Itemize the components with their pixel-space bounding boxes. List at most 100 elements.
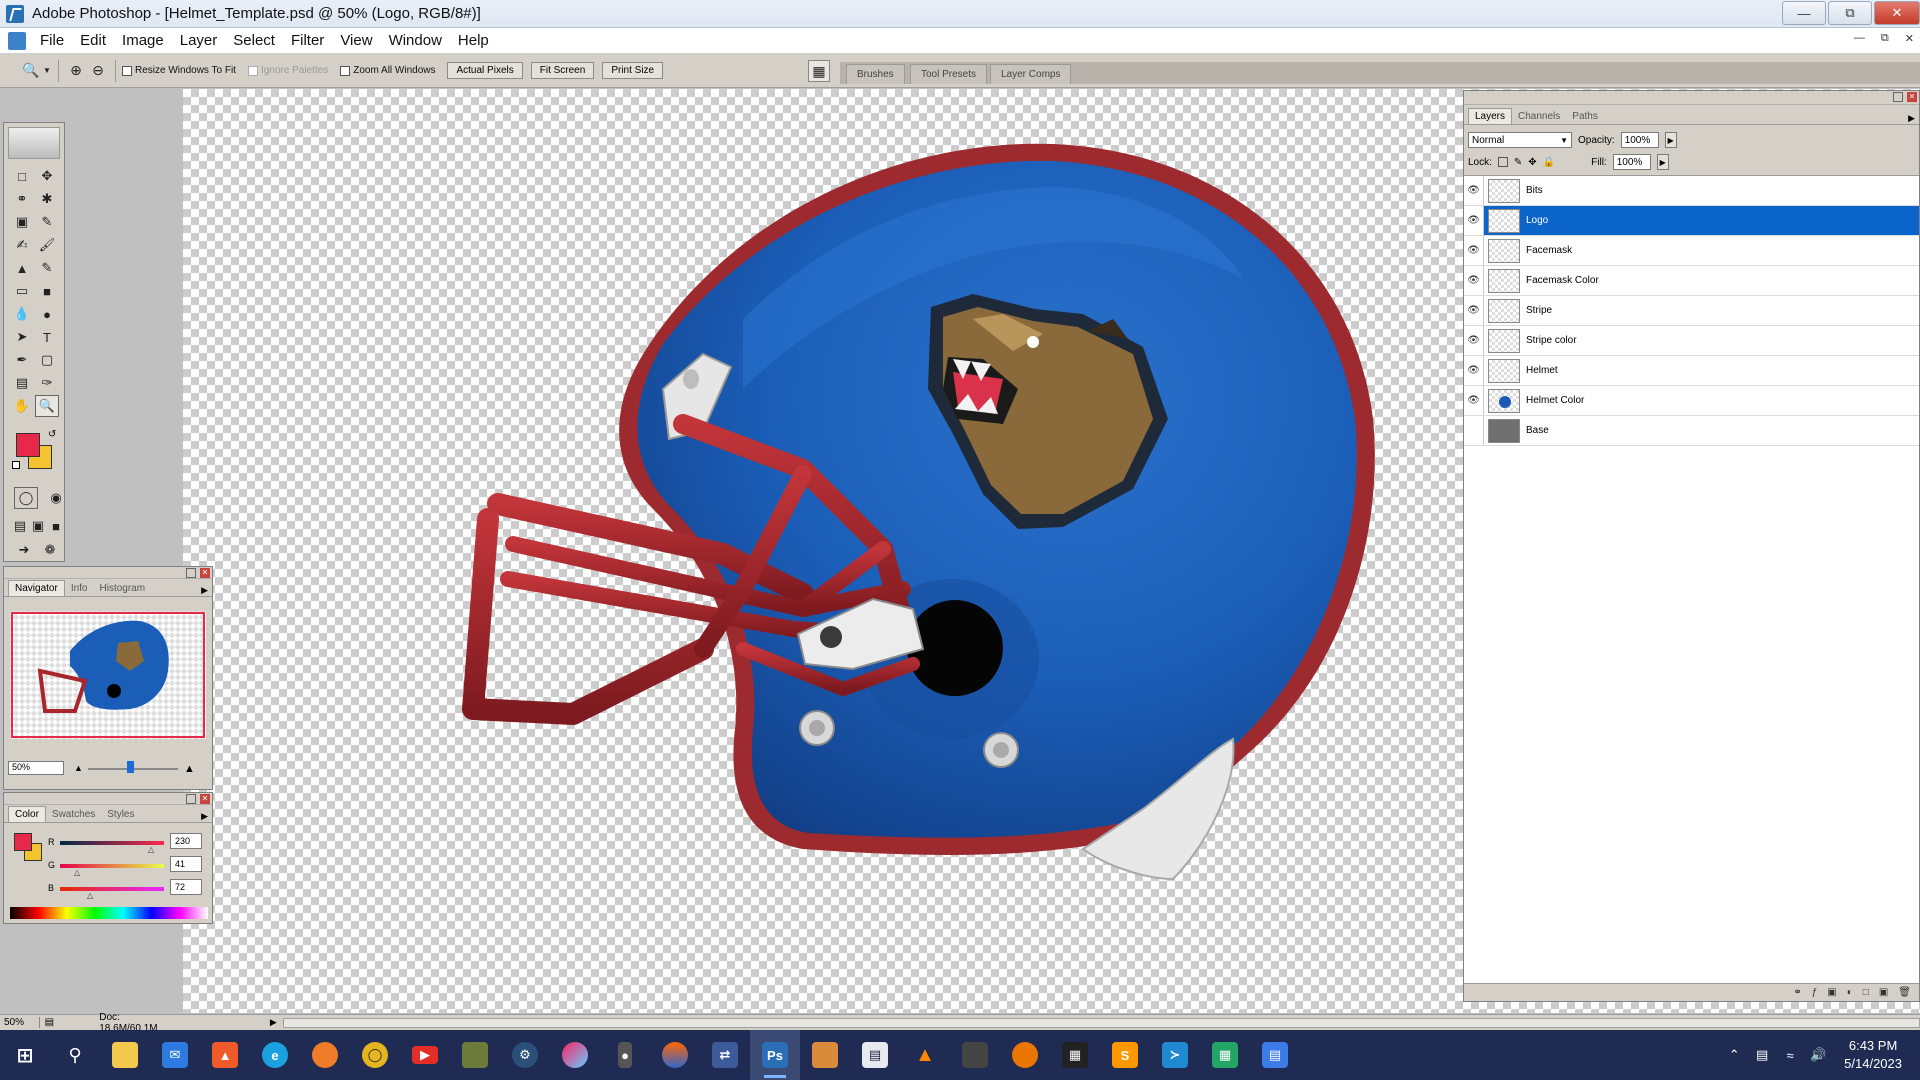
visibility-eye-icon[interactable]: 👁 — [1464, 236, 1484, 265]
eyedropper-tool-icon[interactable]: ✑ — [35, 372, 59, 394]
menu-image[interactable]: Image — [114, 32, 172, 49]
clock[interactable]: 6:43 PM 5/14/2023 — [1844, 1037, 1902, 1073]
toolbox-header[interactable] — [8, 127, 60, 159]
chevron-up-icon[interactable]: ⌃ — [1720, 1047, 1748, 1063]
hand-tool-icon[interactable]: ✋ — [10, 395, 34, 417]
taskbar-app-mail[interactable]: ✉ — [150, 1030, 200, 1080]
status-zoom[interactable]: 50% — [0, 1017, 40, 1028]
layer-row[interactable]: 👁 Facemask Color — [1464, 266, 1919, 296]
lock-all-icon[interactable]: 🔒 — [1543, 157, 1555, 168]
screen-mode-full-icon[interactable]: ■ — [48, 515, 64, 537]
tab-histogram[interactable]: Histogram — [94, 581, 152, 596]
notes-tool-icon[interactable]: ▤ — [10, 372, 34, 394]
doc-restore-button[interactable]: ⧉ — [1881, 32, 1889, 45]
taskbar-app-cube[interactable] — [950, 1030, 1000, 1080]
history-brush-tool-icon[interactable]: ✎ — [35, 257, 59, 279]
visibility-eye-icon[interactable]: 👁 — [1464, 266, 1484, 295]
g-value-field[interactable]: 41 — [170, 856, 202, 872]
restore-button[interactable]: ⧉ — [1828, 1, 1872, 25]
visibility-eye-icon[interactable]: 👁 — [1464, 176, 1484, 205]
status-icon[interactable]: ▤ — [40, 1017, 60, 1028]
lock-image-icon[interactable]: ✎ — [1514, 157, 1522, 168]
zoom-in-icon[interactable]: ⊕ — [65, 60, 87, 82]
tab-paths[interactable]: Paths — [1566, 109, 1604, 124]
horizontal-scrollbar[interactable] — [282, 1017, 1920, 1028]
taskbar-app-photoshop[interactable]: Ps — [750, 1030, 800, 1080]
lock-transparent-icon[interactable] — [1497, 157, 1508, 167]
layer-style-icon[interactable]: ƒ — [1812, 987, 1818, 998]
fit-screen-button[interactable]: Fit Screen — [530, 62, 595, 79]
layer-row[interactable]: 👁 Helmet — [1464, 356, 1919, 386]
layer-row-selected[interactable]: 👁 Logo — [1464, 206, 1919, 236]
visibility-eye-icon[interactable]: 👁 — [1464, 296, 1484, 325]
status-menu-arrow-icon[interactable]: ▶ — [270, 1017, 277, 1028]
slice-tool-icon[interactable]: ✎ — [35, 211, 59, 233]
tab-navigator[interactable]: Navigator — [8, 580, 65, 596]
zoom-out-small-icon[interactable]: ▲ — [74, 763, 83, 773]
visibility-eye-icon[interactable]: 👁 — [1464, 356, 1484, 385]
r-value-field[interactable]: 230 — [170, 833, 202, 849]
layer-mask-icon[interactable]: ▣ — [1827, 987, 1836, 998]
taskbar-app-vlc[interactable]: ▲ — [900, 1030, 950, 1080]
palette-titlebar[interactable]: ✕ — [4, 793, 212, 805]
default-colors-icon[interactable] — [12, 461, 20, 469]
start-button[interactable]: ⊞ — [0, 1030, 50, 1080]
tab-layers[interactable]: Layers — [1468, 108, 1513, 124]
close-button[interactable]: ✕ — [1874, 1, 1920, 25]
gradient-tool-icon[interactable]: ■ — [35, 280, 59, 302]
close-icon[interactable]: ✕ — [1907, 92, 1917, 102]
layer-row[interactable]: 👁 Facemask — [1464, 236, 1919, 266]
volume-icon[interactable]: 🔊 — [1804, 1047, 1832, 1063]
resize-windows-checkbox[interactable]: Resize Windows To Fit — [122, 65, 236, 76]
r-slider-thumb[interactable]: △ — [148, 845, 154, 854]
crop-tool-icon[interactable]: ▣ — [10, 211, 34, 233]
taskbar-app-blender[interactable] — [1000, 1030, 1050, 1080]
b-slider-thumb[interactable]: △ — [87, 891, 93, 900]
b-slider-track[interactable] — [60, 887, 164, 891]
healing-brush-tool-icon[interactable]: ✍ — [10, 234, 34, 256]
taskbar-app-firefox[interactable] — [300, 1030, 350, 1080]
color-spectrum-bar[interactable] — [10, 907, 208, 919]
marquee-tool-icon[interactable]: □ — [10, 165, 34, 187]
color-fg-swatch[interactable] — [14, 833, 32, 851]
minimize-icon[interactable] — [1893, 92, 1903, 102]
new-layer-icon[interactable]: ▣ — [1879, 987, 1888, 998]
lasso-tool-icon[interactable]: ⚭ — [10, 188, 34, 210]
visibility-toggle-empty[interactable] — [1464, 416, 1484, 445]
opacity-slider-arrow[interactable]: ▶ — [1664, 132, 1677, 148]
menu-help[interactable]: Help — [450, 32, 497, 49]
move-tool-icon[interactable]: ✥ — [35, 165, 59, 187]
taskbar-app-shield[interactable]: ◯ — [350, 1030, 400, 1080]
minimize-button[interactable]: — — [1782, 1, 1826, 25]
menu-select[interactable]: Select — [225, 32, 283, 49]
visibility-eye-icon[interactable]: 👁 — [1464, 326, 1484, 355]
visibility-eye-icon[interactable]: 👁 — [1464, 386, 1484, 415]
adjustment-layer-icon[interactable]: ◐ — [1847, 987, 1853, 998]
taskbar-app-sheets[interactable]: ▦ — [1200, 1030, 1250, 1080]
menu-filter[interactable]: Filter — [283, 32, 332, 49]
zoom-tool-icon[interactable]: 🔍 — [35, 395, 59, 417]
zoom-all-windows-checkbox[interactable]: Zoom All Windows — [340, 65, 435, 76]
menu-window[interactable]: Window — [381, 32, 450, 49]
palette-dock-icon[interactable]: ▦ — [808, 60, 830, 82]
menu-view[interactable]: View — [332, 32, 380, 49]
layer-row[interactable]: 👁 Stripe color — [1464, 326, 1919, 356]
layer-row[interactable]: 👁 Helmet Color — [1464, 386, 1919, 416]
fill-slider-arrow[interactable]: ▶ — [1656, 154, 1669, 170]
network-icon[interactable]: ▤ — [1748, 1047, 1776, 1063]
eraser-tool-icon[interactable]: ▭ — [10, 280, 34, 302]
taskbar-app-steam[interactable]: ⚙ — [500, 1030, 550, 1080]
taskbar-app-paint[interactable] — [800, 1030, 850, 1080]
menu-file[interactable]: File — [32, 32, 72, 49]
dodge-tool-icon[interactable]: ● — [35, 303, 59, 325]
palette-menu-icon[interactable]: ▶ — [1908, 113, 1915, 124]
brush-tool-icon[interactable]: 🖌 — [35, 234, 59, 256]
taskbar-app-arrows[interactable]: ⇄ — [700, 1030, 750, 1080]
actual-pixels-button[interactable]: Actual Pixels — [447, 62, 523, 79]
palette-menu-icon[interactable]: ▶ — [201, 585, 208, 596]
tab-layer-comps[interactable]: Layer Comps — [990, 64, 1072, 84]
close-icon[interactable]: ✕ — [200, 568, 210, 578]
taskbar-app-swirl[interactable] — [550, 1030, 600, 1080]
quick-mask-icon[interactable]: ◉ — [44, 487, 68, 509]
taskbar-app-game2[interactable]: ▦ — [1050, 1030, 1100, 1080]
